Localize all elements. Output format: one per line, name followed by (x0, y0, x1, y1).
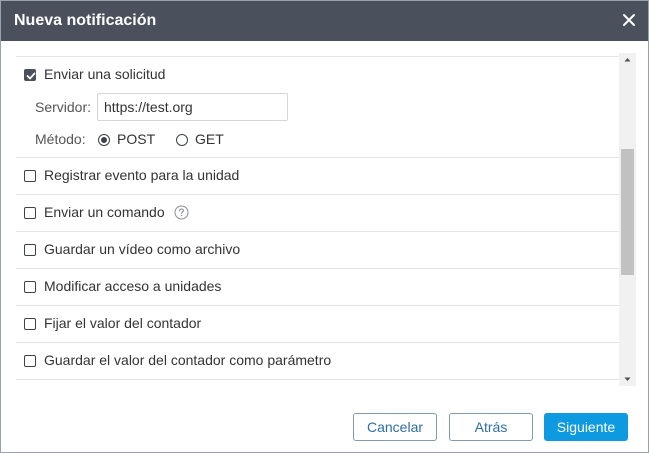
method-label: Método: (35, 131, 86, 147)
question-circle-icon[interactable] (174, 205, 189, 220)
scroll-down-icon[interactable] (619, 372, 636, 386)
method-post-label: POST (117, 131, 156, 147)
actions-list: Enviar una solicitud Servidor: https://t… (16, 56, 619, 380)
scrollbar-thumb[interactable] (621, 149, 634, 275)
list-item-send-request: Enviar una solicitud Servidor: https://t… (16, 57, 619, 158)
set-counter-checkbox[interactable] (24, 318, 36, 330)
save-counter-param-checkbox[interactable] (24, 355, 36, 367)
vertical-scrollbar[interactable] (619, 53, 636, 386)
save-counter-param-label: Guardar el valor del contador como parám… (44, 352, 332, 368)
method-get-radio[interactable] (176, 134, 188, 146)
send-command-label: Enviar un comando (44, 204, 165, 220)
dialog-title: Nueva notificación (14, 12, 157, 29)
server-url-input[interactable]: https://test.org (97, 93, 288, 121)
method-post-radio[interactable] (98, 134, 110, 146)
modify-access-label: Modificar acceso a unidades (44, 278, 222, 294)
close-icon[interactable] (620, 11, 638, 29)
list-item-save-counter-param: Guardar el valor del contador como parám… (16, 343, 619, 380)
list-item-send-command: Enviar un comando (16, 195, 619, 232)
register-event-label: Registrar evento para la unidad (44, 167, 240, 183)
list-item-set-counter: Fijar el valor del contador (16, 306, 619, 343)
send-request-checkbox[interactable] (24, 69, 36, 81)
new-notification-dialog: Nueva notificación Enviar una solicitud … (0, 0, 649, 453)
actions-panel: Enviar una solicitud Servidor: https://t… (1, 41, 648, 389)
send-request-label: Enviar una solicitud (44, 66, 166, 82)
list-item-modify-access: Modificar acceso a unidades (16, 269, 619, 306)
method-get-label: GET (195, 131, 224, 147)
set-counter-label: Fijar el valor del contador (44, 315, 202, 331)
list-item-register-event: Registrar evento para la unidad (16, 158, 619, 195)
back-button[interactable]: Atrás (449, 413, 533, 441)
send-command-checkbox[interactable] (24, 207, 36, 219)
save-video-checkbox[interactable] (24, 244, 36, 256)
server-label: Servidor: (35, 99, 92, 115)
register-event-checkbox[interactable] (24, 170, 36, 182)
scroll-up-icon[interactable] (619, 53, 636, 67)
cancel-button[interactable]: Cancelar (353, 413, 437, 441)
save-video-label: Guardar un vídeo como archivo (44, 241, 241, 257)
modify-access-checkbox[interactable] (24, 281, 36, 293)
next-button[interactable]: Siguiente (544, 413, 628, 441)
dialog-titlebar: Nueva notificación (1, 1, 648, 41)
list-item-save-video: Guardar un vídeo como archivo (16, 232, 619, 269)
